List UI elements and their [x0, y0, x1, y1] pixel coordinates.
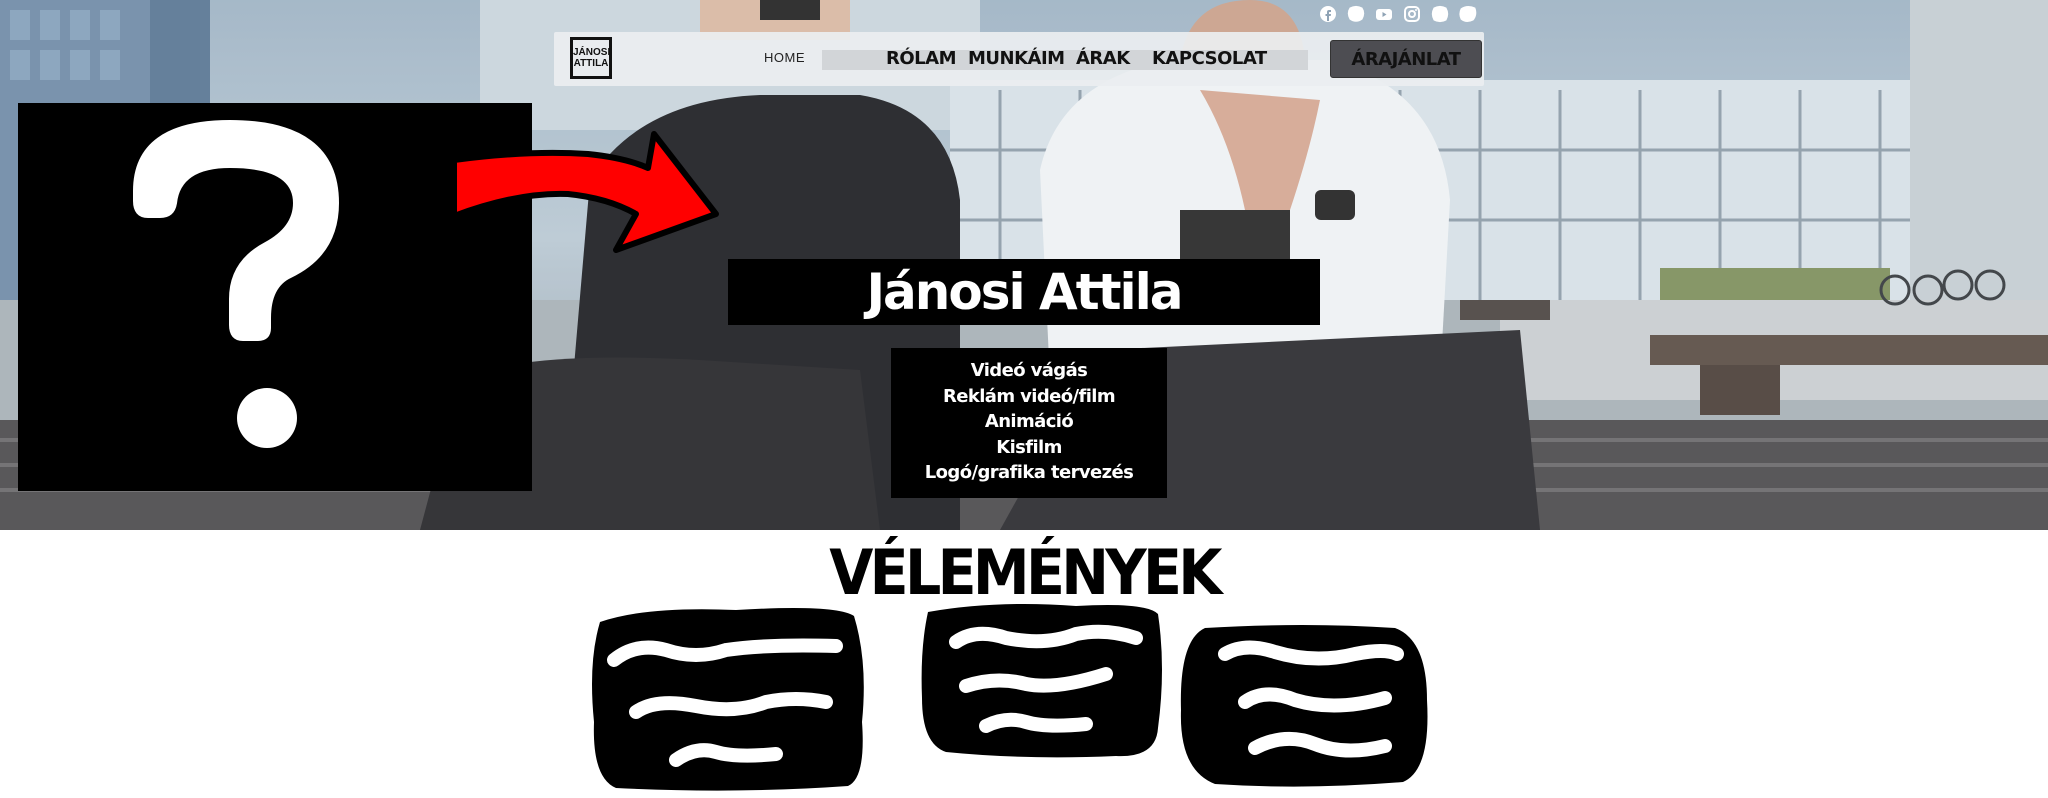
- services-list: Videó vágás Reklám videó/film Animáció K…: [891, 348, 1167, 498]
- logo-line-2: ATTILA: [573, 58, 609, 69]
- service-item: Kisfilm: [996, 436, 1062, 458]
- quote-request-button[interactable]: ÁRAJÁNLAT: [1330, 40, 1482, 78]
- review-card-2[interactable]: [916, 598, 1166, 762]
- service-item: Videó vágás: [970, 360, 1088, 381]
- site-logo[interactable]: JÁNOSI ATTILA: [570, 37, 612, 79]
- review-card-3[interactable]: [1175, 620, 1431, 788]
- nav-item-kapcsolat[interactable]: KAPCSOLAT: [1152, 48, 1267, 69]
- nav-item-rolam[interactable]: RÓLAM: [886, 48, 956, 69]
- blob-icon[interactable]: [1430, 4, 1450, 24]
- blob-icon[interactable]: [1346, 4, 1366, 24]
- nav-item-munkaim[interactable]: MUNKÁIM: [968, 48, 1065, 69]
- social-links: [1318, 4, 1478, 24]
- blob-icon[interactable]: [1458, 4, 1478, 24]
- hero-name-banner: Jánosi Attila: [728, 259, 1320, 325]
- top-navigation-bar: JÁNOSI ATTILA HOME RÓLAM MUNKÁIM ÁRAK KA…: [554, 32, 1484, 86]
- youtube-icon[interactable]: [1374, 4, 1394, 24]
- red-arrow-icon: [451, 131, 719, 253]
- review-card-1[interactable]: [586, 602, 868, 792]
- service-item: Animáció: [984, 411, 1074, 432]
- hero-section: JÁNOSI ATTILA HOME RÓLAM MUNKÁIM ÁRAK KA…: [0, 0, 2048, 530]
- nav-item-arak[interactable]: ÁRAK: [1076, 48, 1130, 69]
- facebook-icon[interactable]: [1318, 4, 1338, 24]
- logo-line-1: JÁNOSI: [573, 47, 611, 58]
- nav-home-link[interactable]: HOME: [764, 50, 805, 65]
- service-item: Logó/grafika tervezés: [924, 462, 1134, 483]
- service-item: Reklám videó/film: [942, 385, 1116, 407]
- instagram-icon[interactable]: [1402, 4, 1422, 24]
